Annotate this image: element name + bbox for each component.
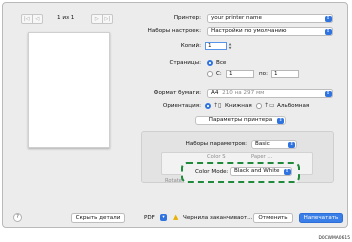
print-dialog: |◁ ◁ 1 из 1 ▷ ▷| Принтер: your printer n… — [2, 2, 348, 228]
figure-code: D0CWMA0615 — [318, 236, 350, 241]
print-button[interactable]: Напечатать — [299, 213, 343, 223]
page-counter: 1 из 1 — [57, 15, 75, 21]
orientation-landscape-radio[interactable] — [256, 103, 262, 109]
orientation-portrait-label: Книжная — [225, 103, 252, 109]
orientation-portrait-radio[interactable] — [205, 103, 211, 109]
pages-all-radio[interactable] — [207, 60, 213, 66]
orientation-landscape-label: Альбомная — [277, 103, 310, 109]
copies-label: Копий: — [180, 43, 201, 49]
pages-label: Страницы: — [169, 60, 201, 66]
cancel-button[interactable]: Отменить — [253, 213, 293, 223]
printer-label: Принтер: — [173, 15, 201, 21]
paper-size-label: Формат бумаги: — [153, 90, 201, 96]
obscured-option-paper: Paper ... — [251, 154, 273, 160]
pages-range-radio[interactable] — [207, 71, 213, 77]
landscape-icon: ↑▭ — [264, 102, 275, 109]
pages-all-label: Все — [216, 60, 227, 66]
color-mode-value: Black and White — [234, 168, 280, 174]
color-mode-label: Color Mode: — [195, 169, 229, 175]
printer-select[interactable]: your printer name ⇕ — [207, 14, 333, 23]
copies-stepper[interactable]: ▲ ▼ — [228, 42, 232, 50]
warning-icon: ▲ — [173, 213, 179, 221]
presets-select[interactable]: Настройки по умолчанию ⇕ — [207, 27, 333, 36]
pages-from-label: С: — [216, 71, 222, 77]
pages-to-field[interactable]: 1 — [271, 70, 299, 78]
pages-to-label: по: — [259, 71, 268, 77]
first-page-button[interactable]: |◁ — [22, 15, 32, 23]
presets-label: Наборы настроек: — [147, 28, 201, 34]
ink-warning-text: Чернила заканчиваот... — [183, 215, 253, 221]
chevron-updown-icon: ⇕ — [277, 117, 284, 124]
presets-select-value: Настройки по умолчанию — [211, 28, 287, 34]
paper-size-hint: 210 на 297 мм — [222, 90, 265, 96]
paper-size-value: A4 — [211, 90, 219, 96]
param-sets-select[interactable]: Basic ⇕ — [251, 140, 297, 149]
section-select-value: Параметры принтера — [208, 117, 273, 123]
pdf-chevron-icon[interactable]: ▾ — [160, 214, 167, 221]
hide-details-button[interactable]: Скрыть детали — [71, 213, 125, 223]
portrait-icon: ↑▯ — [213, 102, 222, 109]
chevron-updown-icon: ⇕ — [288, 141, 295, 148]
page-preview-thumbnail — [28, 32, 110, 148]
help-button[interactable]: ? — [13, 213, 22, 222]
section-select[interactable]: Параметры принтера ⇕ — [195, 116, 286, 125]
obscured-option-color-settings: Color S — [207, 154, 226, 160]
copies-field[interactable]: 1 — [205, 42, 227, 50]
chevron-updown-icon: ⇕ — [324, 28, 332, 35]
printer-select-value: your printer name — [211, 15, 262, 21]
color-mode-select[interactable]: Black and White ⇕ — [230, 167, 292, 176]
chevron-updown-icon: ⇕ — [324, 90, 332, 97]
prev-page-button[interactable]: ◁ — [31, 15, 43, 23]
paper-size-select[interactable]: A4 210 на 297 мм ⇕ — [207, 89, 333, 98]
param-sets-value: Basic — [255, 141, 270, 147]
preview-prev-buttons[interactable]: |◁ ◁ — [21, 14, 43, 24]
pdf-menu-label[interactable]: PDF — [144, 213, 155, 223]
pages-from-field[interactable]: 1 — [226, 70, 254, 78]
orientation-label: Ориентация: — [162, 103, 201, 109]
param-sets-label: Наборы параметров: — [185, 141, 247, 147]
obscured-option-rotate: Rotate — [165, 178, 182, 184]
last-page-button[interactable]: ▷| — [101, 15, 113, 23]
preview-next-buttons[interactable]: ▷ ▷| — [91, 14, 113, 24]
chevron-updown-icon: ⇕ — [283, 168, 291, 175]
next-page-button[interactable]: ▷ — [92, 15, 102, 23]
chevron-updown-icon: ⇕ — [324, 15, 332, 22]
